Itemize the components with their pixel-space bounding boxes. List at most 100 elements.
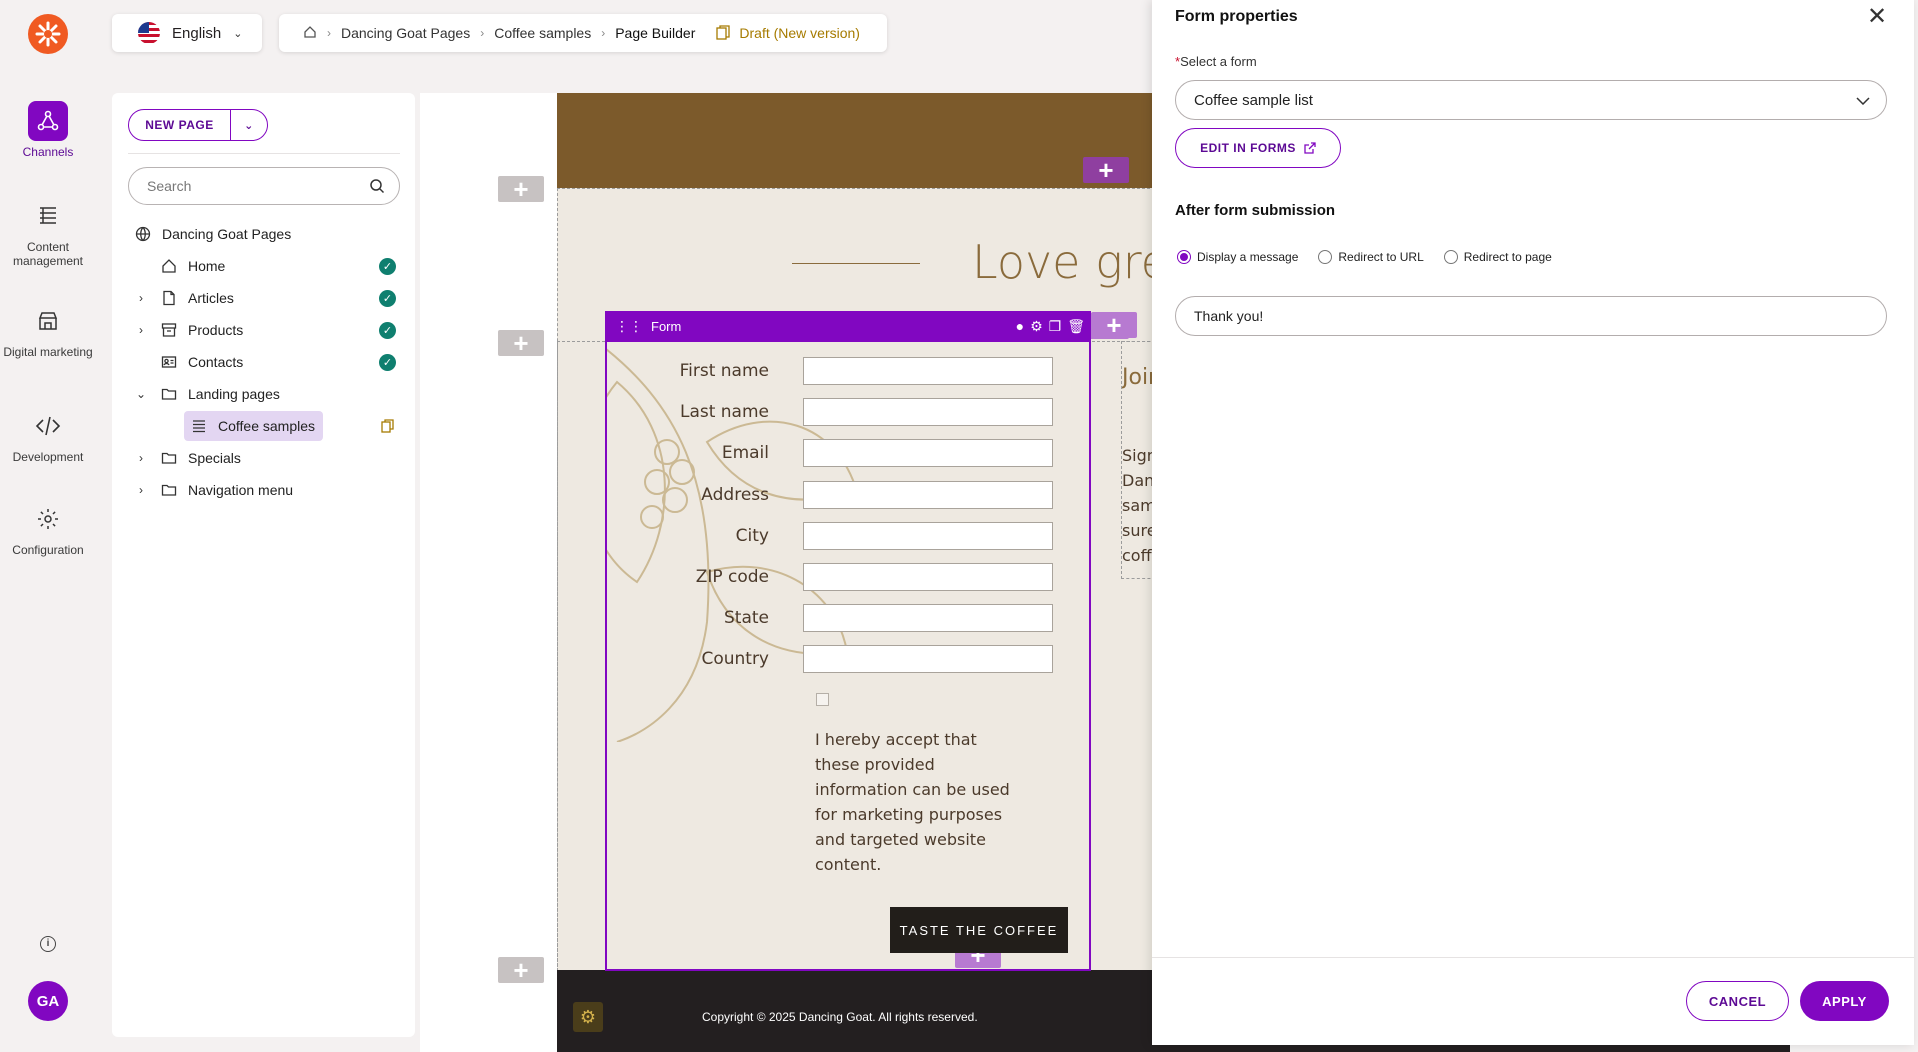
- rail-digital-marketing[interactable]: Digital marketing: [0, 301, 96, 359]
- add-section-button[interactable]: +: [498, 330, 544, 356]
- tree-item-articles[interactable]: › Articles: [134, 283, 234, 313]
- rail-channels[interactable]: Channels: [0, 101, 96, 159]
- chevron-down-icon: ⌄: [233, 27, 243, 40]
- rail-configuration[interactable]: Configuration: [0, 499, 96, 557]
- form-field-last-name: Last name: [607, 396, 1067, 428]
- country-input[interactable]: [803, 645, 1053, 673]
- language-label: English: [172, 24, 222, 42]
- first-name-input[interactable]: [803, 357, 1053, 385]
- edit-in-forms-button[interactable]: EDIT IN FORMS: [1175, 128, 1341, 168]
- tree-item-label: Home: [188, 258, 226, 274]
- status-badge: Draft (New version): [715, 25, 860, 41]
- left-rail: Channels Content management Digital mark…: [0, 0, 96, 1052]
- field-label: State: [724, 608, 769, 628]
- close-icon[interactable]: ✕: [1867, 5, 1887, 29]
- tree-item-label: Articles: [188, 290, 234, 306]
- add-section-button[interactable]: +: [498, 176, 544, 202]
- drawer-title: Form properties: [1175, 8, 1298, 25]
- field-label: ZIP code: [695, 567, 769, 587]
- drag-handle-icon[interactable]: ⋮⋮: [615, 318, 643, 335]
- form-widget-header[interactable]: ⋮⋮ Form ● ⚙ ❐ 🗑: [605, 311, 1091, 342]
- tree-item-contacts[interactable]: Contacts: [134, 347, 243, 377]
- radio-redirect-url[interactable]: Redirect to URL: [1318, 250, 1424, 264]
- content-management-icon: [28, 196, 68, 236]
- state-input[interactable]: [803, 604, 1053, 632]
- us-flag-icon: [138, 22, 160, 44]
- chevron-down-icon[interactable]: ⌄: [231, 119, 267, 132]
- tree-item-specials[interactable]: › Specials: [134, 443, 241, 473]
- add-section-button[interactable]: +: [498, 957, 544, 983]
- apply-button[interactable]: APPLY: [1800, 981, 1889, 1021]
- form-widget-label: Form: [651, 319, 682, 334]
- breadcrumb-separator-icon: ›: [480, 26, 485, 40]
- form-select-value: Coffee sample list: [1194, 91, 1313, 109]
- breadcrumb-item[interactable]: Dancing Goat Pages: [341, 25, 470, 41]
- divider: [1152, 957, 1914, 958]
- chevron-right-icon[interactable]: ›: [134, 291, 148, 305]
- chevron-right-icon[interactable]: ›: [134, 483, 148, 497]
- tree-item-home[interactable]: Home: [134, 251, 225, 281]
- message-input[interactable]: Thank you!: [1175, 296, 1887, 336]
- cancel-button[interactable]: CANCEL: [1686, 981, 1789, 1021]
- divider: [792, 263, 920, 264]
- message-value: Thank you!: [1194, 308, 1264, 324]
- search-placeholder: Search: [147, 178, 192, 194]
- chevron-down-icon: [1856, 92, 1870, 109]
- tree-item-navigation-menu[interactable]: › Navigation menu: [134, 475, 293, 505]
- home-icon[interactable]: [303, 25, 317, 42]
- add-widget-button[interactable]: +: [1091, 312, 1137, 338]
- tree-item-products[interactable]: › Products: [134, 315, 243, 345]
- form-field-zip: ZIP code: [607, 561, 1067, 593]
- kentico-logo-icon[interactable]: [28, 14, 68, 54]
- tree-item-landing-pages[interactable]: ⌄ Landing pages: [134, 379, 280, 409]
- language-selector[interactable]: English ⌄: [112, 14, 262, 52]
- rail-configuration-label: Configuration: [12, 543, 84, 557]
- breadcrumb: › Dancing Goat Pages › Coffee samples › …: [279, 14, 887, 52]
- field-label: Address: [701, 485, 769, 505]
- gear-icon[interactable]: ⚙: [1030, 318, 1043, 335]
- tree-item-coffee-samples[interactable]: Coffee samples: [184, 411, 324, 441]
- new-page-label: NEW PAGE: [129, 110, 231, 140]
- chevron-right-icon[interactable]: ›: [134, 323, 148, 337]
- published-check-icon: ✓: [379, 258, 396, 275]
- search-input[interactable]: Search: [128, 167, 400, 205]
- published-check-icon: ✓: [379, 290, 396, 307]
- new-page-button[interactable]: NEW PAGE ⌄: [128, 109, 268, 141]
- consent-checkbox[interactable]: [816, 693, 829, 706]
- content-tree-panel: NEW PAGE ⌄ Search Dancing Goat Pages Hom…: [112, 93, 415, 1037]
- last-name-input[interactable]: [803, 398, 1053, 426]
- form-select[interactable]: Coffee sample list: [1175, 80, 1887, 120]
- chevron-down-icon[interactable]: ⌄: [134, 387, 148, 401]
- chevron-right-icon[interactable]: ›: [134, 451, 148, 465]
- email-input[interactable]: [803, 439, 1053, 467]
- form-field-email: Email: [607, 437, 1067, 469]
- tree-item-label: Products: [188, 322, 244, 338]
- zip-input[interactable]: [803, 563, 1053, 591]
- radio-display-message[interactable]: Display a message: [1177, 250, 1298, 264]
- personalize-icon[interactable]: ●: [1016, 318, 1024, 335]
- status-label: Draft (New version): [739, 25, 860, 41]
- rail-channels-label: Channels: [22, 145, 74, 159]
- copy-icon[interactable]: ❐: [1049, 318, 1062, 335]
- avatar[interactable]: GA: [28, 981, 68, 1021]
- folder-icon: [160, 481, 178, 499]
- gear-icon[interactable]: ⚙: [573, 1002, 603, 1032]
- add-widget-button[interactable]: +: [1083, 157, 1129, 183]
- breadcrumb-item[interactable]: Coffee samples: [494, 25, 591, 41]
- form-properties-drawer: Form properties ✕ *Select a form Coffee …: [1152, 0, 1914, 1045]
- contacts-icon: [160, 353, 178, 371]
- tree-root[interactable]: Dancing Goat Pages: [134, 219, 291, 249]
- globe-icon: [134, 225, 152, 243]
- info-icon[interactable]: i: [40, 936, 56, 952]
- form-field-city: City: [607, 520, 1067, 552]
- trash-icon[interactable]: 🗑: [1067, 318, 1085, 335]
- radio-selected: [1177, 250, 1191, 264]
- form-field-state: State: [607, 602, 1067, 634]
- rail-content-management[interactable]: Content management: [0, 196, 96, 268]
- city-input[interactable]: [803, 522, 1053, 550]
- field-label: Email: [721, 443, 769, 463]
- submit-button[interactable]: TASTE THE COFFEE: [890, 907, 1068, 953]
- address-input[interactable]: [803, 481, 1053, 509]
- radio-redirect-page[interactable]: Redirect to page: [1443, 250, 1552, 264]
- rail-development[interactable]: Development: [0, 406, 96, 464]
